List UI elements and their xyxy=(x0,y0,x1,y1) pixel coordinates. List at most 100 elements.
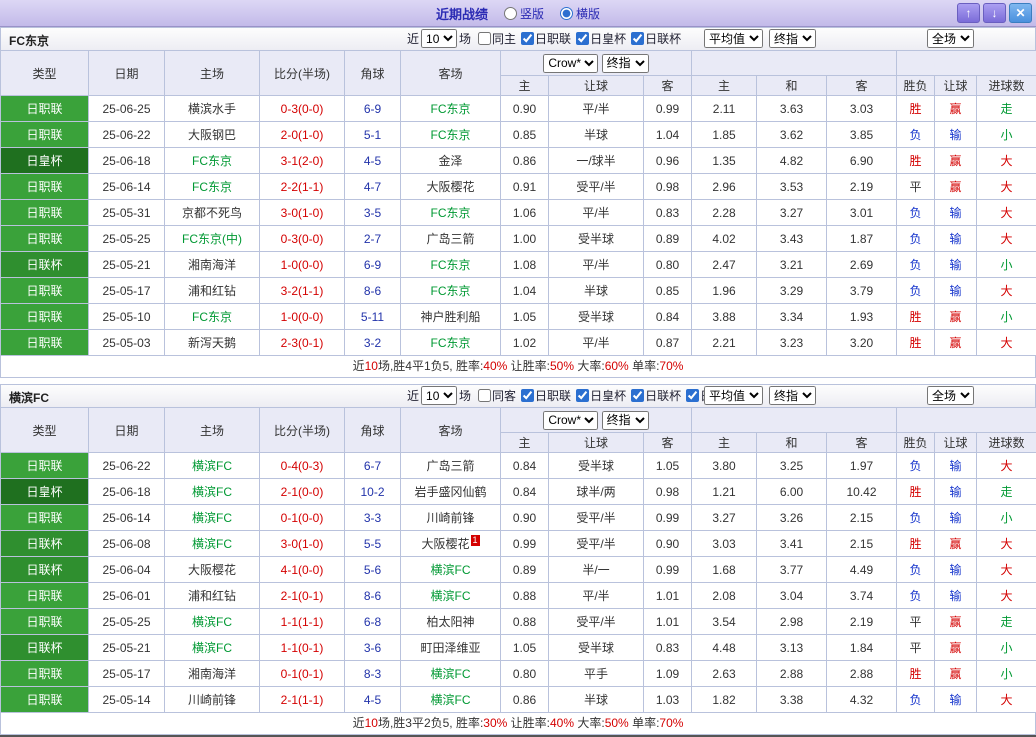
match-count-select[interactable]: 10 xyxy=(421,386,457,405)
team-link[interactable]: 町田泽维亚 xyxy=(420,641,480,655)
home-team-cell[interactable]: 浦和红钻 xyxy=(165,583,260,609)
team-link[interactable]: 湘南海洋 xyxy=(188,258,236,272)
home-team-cell[interactable]: 横滨FC xyxy=(165,453,260,479)
checkbox-input[interactable] xyxy=(478,389,491,402)
away-team-cell[interactable]: 神户胜利船 xyxy=(401,304,501,330)
away-team-cell[interactable]: FC东京 xyxy=(401,96,501,122)
team-link[interactable]: 京都不死鸟 xyxy=(182,206,242,220)
checkbox-input[interactable] xyxy=(631,389,644,402)
odds-source-select[interactable]: Crow* xyxy=(543,411,598,430)
team-link[interactable]: 横滨FC xyxy=(431,693,471,707)
filter-checkbox-同客[interactable]: 同客 xyxy=(478,387,516,404)
away-team-cell[interactable]: 大阪樱花 xyxy=(401,174,501,200)
layout-radio-horizontal[interactable]: 横版 xyxy=(560,5,600,22)
filter-checkbox-日职联[interactable]: 日职联 xyxy=(521,387,571,404)
home-team-cell[interactable]: 横滨水手 xyxy=(165,96,260,122)
home-team-cell[interactable]: 横滨FC xyxy=(165,531,260,557)
filter-checkbox-日皇杯[interactable]: 日皇杯 xyxy=(576,30,626,47)
away-team-cell[interactable]: 川崎前锋 xyxy=(401,505,501,531)
away-team-cell[interactable]: FC东京 xyxy=(401,200,501,226)
home-team-cell[interactable]: 川崎前锋 xyxy=(165,687,260,713)
scope-select[interactable]: 全场 xyxy=(927,386,974,405)
avg-source-select[interactable]: 平均值 xyxy=(704,386,763,405)
team-link[interactable]: 横滨FC xyxy=(192,511,232,525)
away-team-cell[interactable]: FC东京 xyxy=(401,278,501,304)
team-link[interactable]: 浦和红钻 xyxy=(188,589,236,603)
team-link[interactable]: FC东京(中) xyxy=(182,232,242,246)
team-link[interactable]: 浦和红钻 xyxy=(188,284,236,298)
team-link[interactable]: 川崎前锋 xyxy=(188,693,236,707)
team-link[interactable]: 广岛三箭 xyxy=(426,232,474,246)
away-team-cell[interactable]: 岩手盛冈仙鹤 xyxy=(401,479,501,505)
team-link[interactable]: 横滨FC xyxy=(192,485,232,499)
checkbox-input[interactable] xyxy=(686,389,699,402)
away-team-cell[interactable]: 横滨FC xyxy=(401,557,501,583)
home-team-cell[interactable]: FC东京 xyxy=(165,148,260,174)
team-link[interactable]: FC东京 xyxy=(431,102,471,116)
team-link[interactable]: 广岛三箭 xyxy=(426,459,474,473)
team-link[interactable]: 大阪樱花 xyxy=(421,537,469,551)
avg-time-select[interactable]: 终指 xyxy=(769,386,816,405)
team-link[interactable]: 大阪钢巴 xyxy=(188,128,236,142)
checkbox-input[interactable] xyxy=(521,389,534,402)
away-team-cell[interactable]: 横滨FC xyxy=(401,583,501,609)
home-team-cell[interactable]: 大阪樱花 xyxy=(165,557,260,583)
team-link[interactable]: 大阪樱花 xyxy=(426,180,474,194)
home-team-cell[interactable]: 横滨FC xyxy=(165,609,260,635)
home-team-cell[interactable]: 大阪钢巴 xyxy=(165,122,260,148)
home-team-cell[interactable]: FC东京 xyxy=(165,174,260,200)
team-link[interactable]: 横滨FC xyxy=(192,459,232,473)
team-link[interactable]: 神户胜利船 xyxy=(420,310,480,324)
team-link[interactable]: 横滨FC xyxy=(431,667,471,681)
team-link[interactable]: 横滨FC xyxy=(192,615,232,629)
team-link[interactable]: FC东京 xyxy=(431,206,471,220)
home-team-cell[interactable]: 浦和红钻 xyxy=(165,278,260,304)
team-link[interactable]: 横滨FC xyxy=(192,537,232,551)
odds-source-select[interactable]: Crow* xyxy=(543,54,598,73)
home-team-cell[interactable]: FC东京 xyxy=(165,304,260,330)
team-link[interactable]: 金泽 xyxy=(438,154,462,168)
team-link[interactable]: 大阪樱花 xyxy=(188,563,236,577)
checkbox-input[interactable] xyxy=(478,32,491,45)
away-team-cell[interactable]: 广岛三箭 xyxy=(401,226,501,252)
away-team-cell[interactable]: FC东京 xyxy=(401,252,501,278)
away-team-cell[interactable]: 横滨FC xyxy=(401,661,501,687)
team-link[interactable]: 川崎前锋 xyxy=(426,511,474,525)
team-link[interactable]: 湘南海洋 xyxy=(188,667,236,681)
home-team-cell[interactable]: FC东京(中) xyxy=(165,226,260,252)
away-team-cell[interactable]: FC东京 xyxy=(401,330,501,356)
team-link[interactable]: FC东京 xyxy=(431,336,471,350)
filter-checkbox-日联杯[interactable]: 日联杯 xyxy=(631,387,681,404)
avg-time-select[interactable]: 终指 xyxy=(769,29,816,48)
home-team-cell[interactable]: 横滨FC xyxy=(165,479,260,505)
odds-time-select[interactable]: 终指 xyxy=(602,411,649,430)
team-link[interactable]: FC东京 xyxy=(192,154,232,168)
move-up-button[interactable]: ↑ xyxy=(957,3,980,23)
home-team-cell[interactable]: 横滨FC xyxy=(165,635,260,661)
team-link[interactable]: 横滨FC xyxy=(431,563,471,577)
away-team-cell[interactable]: 柏太阳神 xyxy=(401,609,501,635)
odds-time-select[interactable]: 终指 xyxy=(602,54,649,73)
away-team-cell[interactable]: 金泽 xyxy=(401,148,501,174)
home-team-cell[interactable]: 京都不死鸟 xyxy=(165,200,260,226)
away-team-cell[interactable]: 町田泽维亚 xyxy=(401,635,501,661)
checkbox-input[interactable] xyxy=(521,32,534,45)
team-link[interactable]: 柏太阳神 xyxy=(426,615,474,629)
avg-source-select[interactable]: 平均值 xyxy=(704,29,763,48)
away-team-cell[interactable]: 横滨FC xyxy=(401,687,501,713)
team-link[interactable]: 岩手盛冈仙鹤 xyxy=(414,485,486,499)
home-team-cell[interactable]: 湘南海洋 xyxy=(165,252,260,278)
filter-checkbox-日职联[interactable]: 日职联 xyxy=(521,30,571,47)
move-down-button[interactable]: ↓ xyxy=(983,3,1006,23)
team-link[interactable]: FC东京 xyxy=(192,310,232,324)
team-link[interactable]: 新泻天鹅 xyxy=(188,336,236,350)
team-link[interactable]: FC东京 xyxy=(431,284,471,298)
away-team-cell[interactable]: 广岛三箭 xyxy=(401,453,501,479)
scope-select[interactable]: 全场 xyxy=(927,29,974,48)
checkbox-input[interactable] xyxy=(576,32,589,45)
away-team-cell[interactable]: FC东京 xyxy=(401,122,501,148)
home-team-cell[interactable]: 新泻天鹅 xyxy=(165,330,260,356)
team-link[interactable]: 横滨FC xyxy=(431,589,471,603)
filter-checkbox-同主[interactable]: 同主 xyxy=(478,30,516,47)
filter-checkbox-日皇杯[interactable]: 日皇杯 xyxy=(576,387,626,404)
